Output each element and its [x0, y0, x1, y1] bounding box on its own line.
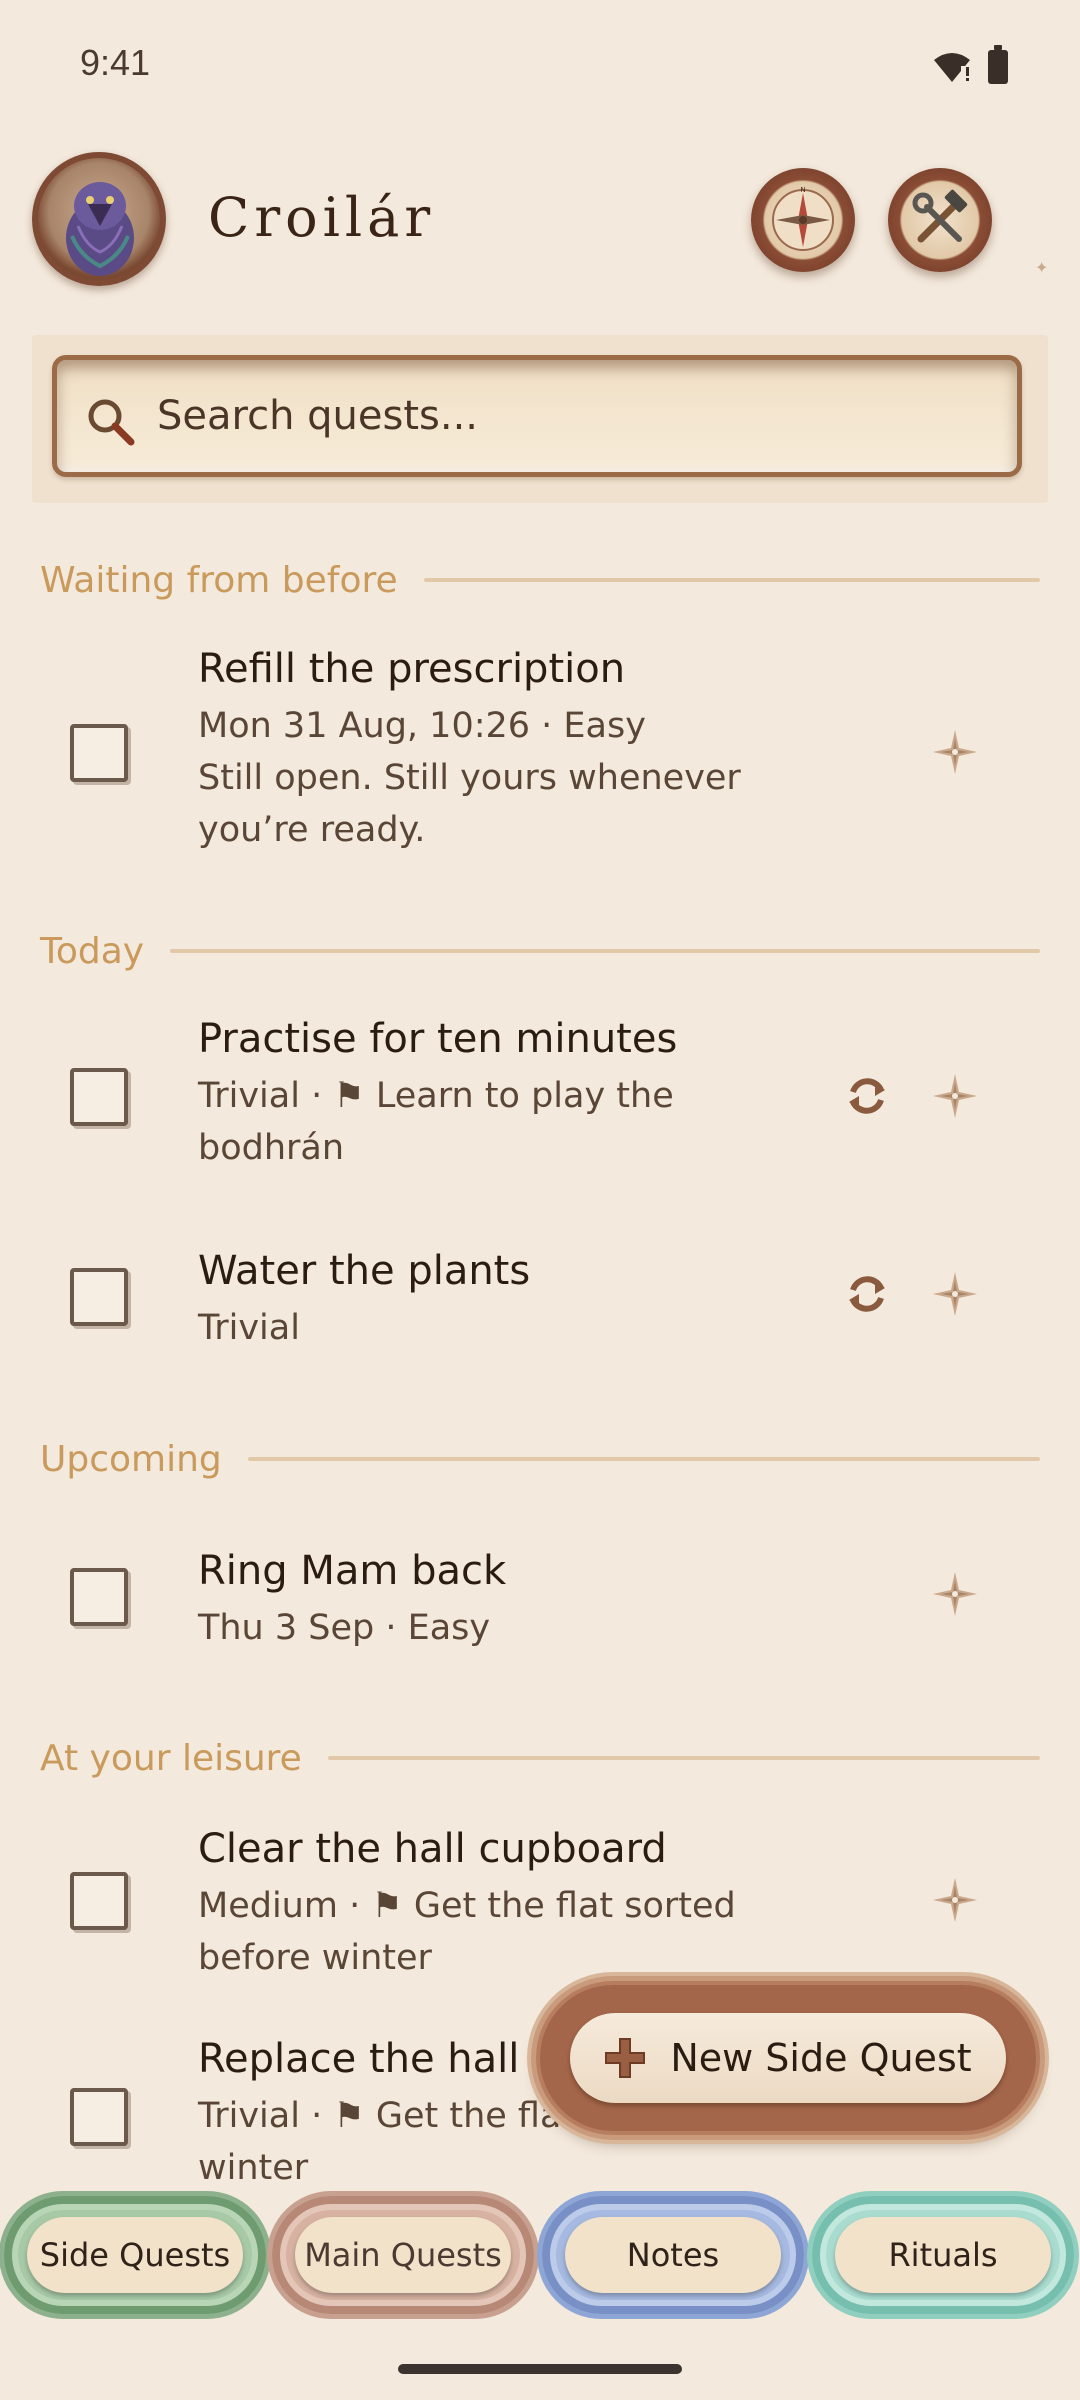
nav-label: Side Quests	[27, 2217, 243, 2293]
wifi-icon	[934, 53, 970, 82]
nav-label: Rituals	[835, 2217, 1051, 2293]
task-title: Ring Mam back	[198, 1548, 507, 1594]
compass-rose-icon[interactable]	[931, 1570, 979, 1618]
bottom-nav: Side Quests Main Quests Notes Rituals	[0, 2196, 1080, 2314]
task-item[interactable]: Refill the prescription Mon 31 Aug, 10:2…	[0, 640, 1080, 870]
compass-button[interactable]: N	[751, 168, 855, 272]
flag-icon: ⚑	[371, 1886, 414, 1926]
flag-icon: ⚑	[333, 1076, 376, 1116]
task-item[interactable]: Water the plants Trivial	[0, 1240, 1080, 1370]
compass-rose-icon[interactable]	[931, 1072, 979, 1120]
section-upcoming: Upcoming	[40, 1434, 1040, 1484]
fab-inner[interactable]: New Side Quest	[570, 2013, 1006, 2103]
sparkle-icon: ✦	[1035, 258, 1049, 277]
section-divider	[327, 1756, 1040, 1760]
compass-icon: N	[772, 186, 834, 251]
app-header: Croilár N ✦	[0, 150, 1080, 290]
nav-main-quests[interactable]: Main Quests	[272, 2196, 534, 2314]
task-difficulty: Trivial ·	[198, 1076, 334, 1116]
task-note: Still open. Still yours whenever you’re …	[198, 758, 741, 850]
recurring-icon	[849, 1276, 885, 1312]
task-item[interactable]: Ring Mam back Thu 3 Sep · Easy	[0, 1540, 1080, 1670]
section-waiting: Waiting from before	[40, 555, 1040, 605]
tools-button[interactable]	[888, 168, 992, 272]
task-title: Clear the hall cupboard	[198, 1826, 667, 1872]
task-date-difficulty: Thu 3 Sep · Easy	[198, 1608, 491, 1648]
task-checkbox[interactable]	[70, 2088, 128, 2146]
raven-icon	[66, 182, 134, 276]
task-title: Water the plants	[198, 1248, 531, 1294]
task-item[interactable]: Clear the hall cupboard Medium · ⚑ Get t…	[0, 1820, 1080, 2000]
task-checkbox[interactable]	[70, 1068, 128, 1126]
nav-rituals[interactable]: Rituals	[812, 2196, 1074, 2314]
search-container	[32, 335, 1048, 503]
recurring-icon	[849, 1078, 885, 1114]
task-title: Practise for ten minutes	[198, 1016, 678, 1062]
nav-notes[interactable]: Notes	[542, 2196, 804, 2314]
section-title: Upcoming	[40, 1438, 222, 1480]
task-meta: Mon 31 Aug, 10:26 · Easy Still open. Sti…	[198, 700, 858, 856]
task-meta: Trivial · ⚑ Learn to play the bodhrán	[198, 1070, 698, 1174]
new-side-quest-button[interactable]: New Side Quest	[540, 1985, 1036, 2131]
app-title: Croilár	[208, 186, 436, 249]
section-title: Today	[40, 930, 145, 972]
section-divider	[423, 578, 1040, 582]
task-checkbox[interactable]	[70, 724, 128, 782]
nav-label: Notes	[565, 2217, 781, 2293]
task-date-difficulty: Mon 31 Aug, 10:26 · Easy	[198, 706, 646, 746]
nav-side-quests[interactable]: Side Quests	[4, 2196, 266, 2314]
task-item[interactable]: Practise for ten minutes Trivial · ⚑ Lea…	[0, 1010, 1080, 1200]
avatar[interactable]	[32, 152, 166, 286]
section-leisure: At your leisure	[40, 1733, 1040, 1783]
compass-rose-icon[interactable]	[931, 1876, 979, 1924]
task-difficulty: Medium ·	[198, 1886, 372, 1926]
section-divider	[170, 949, 1040, 953]
home-indicator[interactable]	[398, 2364, 682, 2374]
battery-icon	[988, 45, 1008, 84]
search-icon	[88, 399, 135, 446]
task-difficulty: Trivial	[198, 1308, 300, 1348]
task-checkbox[interactable]	[70, 1568, 128, 1626]
section-title: Waiting from before	[40, 559, 398, 601]
section-title: At your leisure	[40, 1737, 302, 1779]
nav-label: Main Quests	[295, 2217, 511, 2293]
status-time: 9:41	[80, 42, 151, 83]
search-input[interactable]	[157, 386, 977, 446]
plus-icon	[605, 2038, 646, 2078]
status-bar: 9:41	[0, 0, 1080, 130]
task-difficulty: Trivial ·	[198, 2096, 334, 2136]
flag-icon: ⚑	[333, 2096, 376, 2136]
compass-rose-icon[interactable]	[931, 1270, 979, 1318]
compass-rose-icon[interactable]	[931, 728, 979, 776]
svg-text:N: N	[800, 186, 805, 194]
fab-label: New Side Quest	[670, 2036, 972, 2080]
search-box	[52, 355, 1022, 477]
status-icons	[932, 45, 1008, 84]
task-title: Refill the prescription	[198, 646, 626, 692]
hammer-wrench-icon	[912, 189, 968, 243]
task-checkbox[interactable]	[70, 1872, 128, 1930]
section-divider	[247, 1457, 1040, 1461]
task-checkbox[interactable]	[70, 1268, 128, 1326]
task-meta: Medium · ⚑ Get the flat sorted before wi…	[198, 1880, 838, 1984]
section-today: Today	[40, 926, 1040, 976]
